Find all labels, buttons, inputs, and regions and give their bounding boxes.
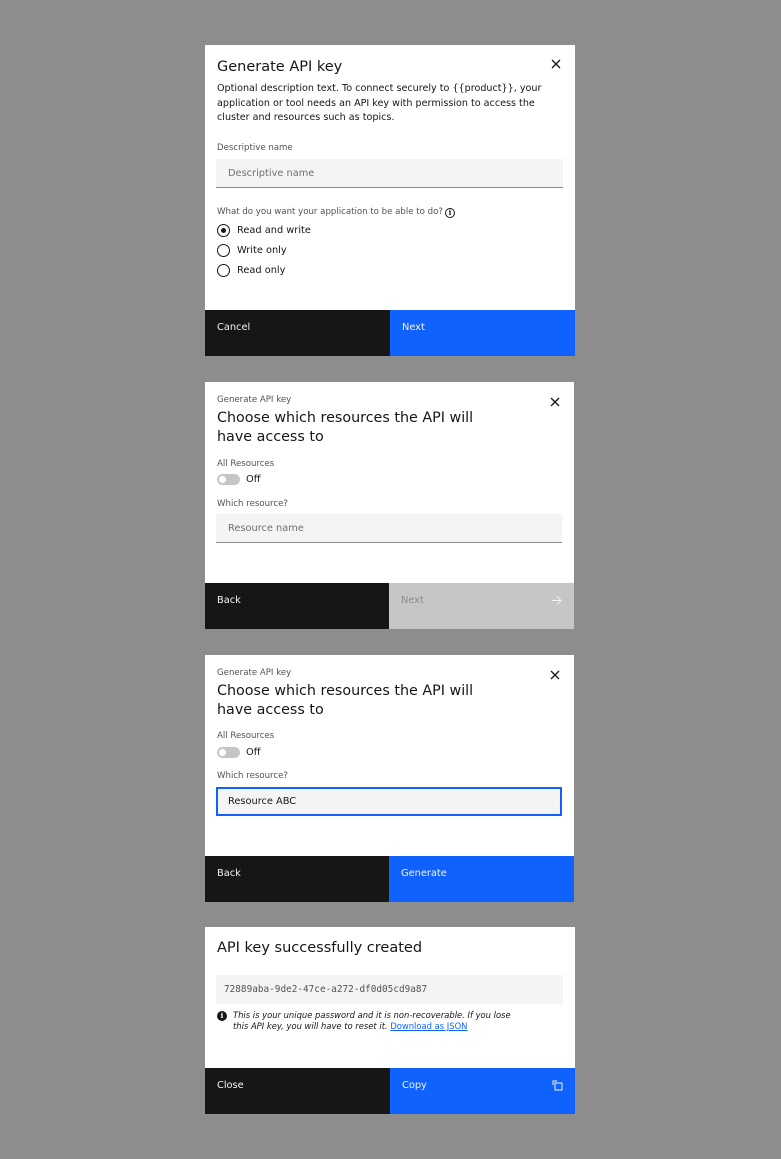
generate-api-key-modal-step3: Generate API key Choose which resources … bbox=[205, 655, 574, 902]
resource-name-input[interactable]: Resource name bbox=[216, 514, 562, 543]
modal-heading: Choose which resources the API will have… bbox=[217, 410, 474, 445]
descriptive-name-input[interactable]: Descriptive name bbox=[216, 159, 563, 188]
permission-question-label: What do you want your application to be … bbox=[217, 207, 455, 218]
note-text-wrapper: This is your unique password and it is n… bbox=[233, 1010, 517, 1032]
radio-label: Write only bbox=[237, 245, 287, 256]
api-key-note: i This is your unique password and it is… bbox=[217, 1010, 517, 1032]
close-icon[interactable] bbox=[548, 395, 562, 409]
descriptive-name-label: Descriptive name bbox=[217, 143, 293, 153]
modal-eyebrow: Generate API key bbox=[217, 668, 292, 678]
all-resources-label: All Resources bbox=[217, 459, 275, 469]
copy-button[interactable]: Copy bbox=[390, 1068, 575, 1114]
close-icon[interactable] bbox=[548, 668, 562, 682]
toggle-switch[interactable] bbox=[217, 474, 240, 485]
cancel-button[interactable]: Cancel bbox=[205, 310, 390, 356]
next-button-disabled[interactable]: Next bbox=[389, 583, 574, 629]
next-button[interactable]: Next bbox=[390, 310, 575, 356]
all-resources-toggle[interactable]: Off bbox=[217, 474, 260, 485]
all-resources-toggle[interactable]: Off bbox=[217, 747, 260, 758]
back-button[interactable]: Back bbox=[205, 856, 389, 902]
resource-name-input[interactable]: Resource ABC bbox=[216, 787, 562, 816]
which-resource-label: Which resource? bbox=[217, 771, 288, 781]
modal-description: Optional description text. To connect se… bbox=[217, 83, 542, 123]
modal-footer: Close Copy bbox=[205, 1068, 575, 1114]
generate-button[interactable]: Generate bbox=[389, 856, 574, 902]
radio-label: Read only bbox=[237, 265, 286, 276]
download-json-link[interactable]: Download as JSON bbox=[390, 1021, 467, 1031]
radio-button[interactable] bbox=[217, 244, 230, 257]
note-text: This is your unique password and it is n… bbox=[233, 1010, 511, 1031]
copy-button-label: Copy bbox=[402, 1080, 427, 1091]
api-key-value[interactable]: 72889aba-9de2-47ce-a272-df0d05cd9a87 bbox=[216, 975, 563, 1004]
permission-question-text: What do you want your application to be … bbox=[217, 207, 443, 217]
modal-footer: Cancel Next bbox=[205, 310, 575, 356]
radio-read-and-write[interactable]: Read and write bbox=[217, 224, 311, 237]
radio-read-only[interactable]: Read only bbox=[217, 264, 285, 277]
toggle-state-label: Off bbox=[246, 747, 261, 758]
api-key-created-modal: API key successfully created 72889aba-9d… bbox=[205, 927, 575, 1114]
copy-icon bbox=[552, 1080, 563, 1091]
which-resource-label: Which resource? bbox=[217, 499, 288, 509]
all-resources-label: All Resources bbox=[217, 731, 275, 741]
back-button[interactable]: Back bbox=[205, 583, 389, 629]
modal-footer: Back Next bbox=[205, 583, 574, 629]
modal-eyebrow: Generate API key bbox=[217, 395, 292, 405]
modal-title: Generate API key bbox=[217, 59, 343, 75]
arrow-right-icon bbox=[551, 595, 562, 606]
modal-title: API key successfully created bbox=[217, 940, 423, 956]
info-icon[interactable]: i bbox=[444, 208, 455, 218]
close-icon[interactable] bbox=[549, 57, 563, 71]
modal-footer: Back Generate bbox=[205, 856, 574, 902]
close-button[interactable]: Close bbox=[205, 1068, 390, 1114]
radio-button-checked[interactable] bbox=[217, 224, 230, 237]
radio-write-only[interactable]: Write only bbox=[217, 244, 287, 257]
next-button-label: Next bbox=[401, 595, 424, 606]
generate-api-key-modal-step1: Generate API key Optional description te… bbox=[205, 45, 575, 356]
toggle-state-label: Off bbox=[246, 474, 261, 485]
modal-heading: Choose which resources the API will have… bbox=[217, 683, 474, 718]
toggle-switch[interactable] bbox=[217, 747, 240, 758]
info-filled-icon: i bbox=[217, 1011, 227, 1021]
radio-button[interactable] bbox=[217, 264, 230, 277]
radio-label: Read and write bbox=[237, 225, 311, 236]
generate-api-key-modal-step2: Generate API key Choose which resources … bbox=[205, 382, 574, 629]
